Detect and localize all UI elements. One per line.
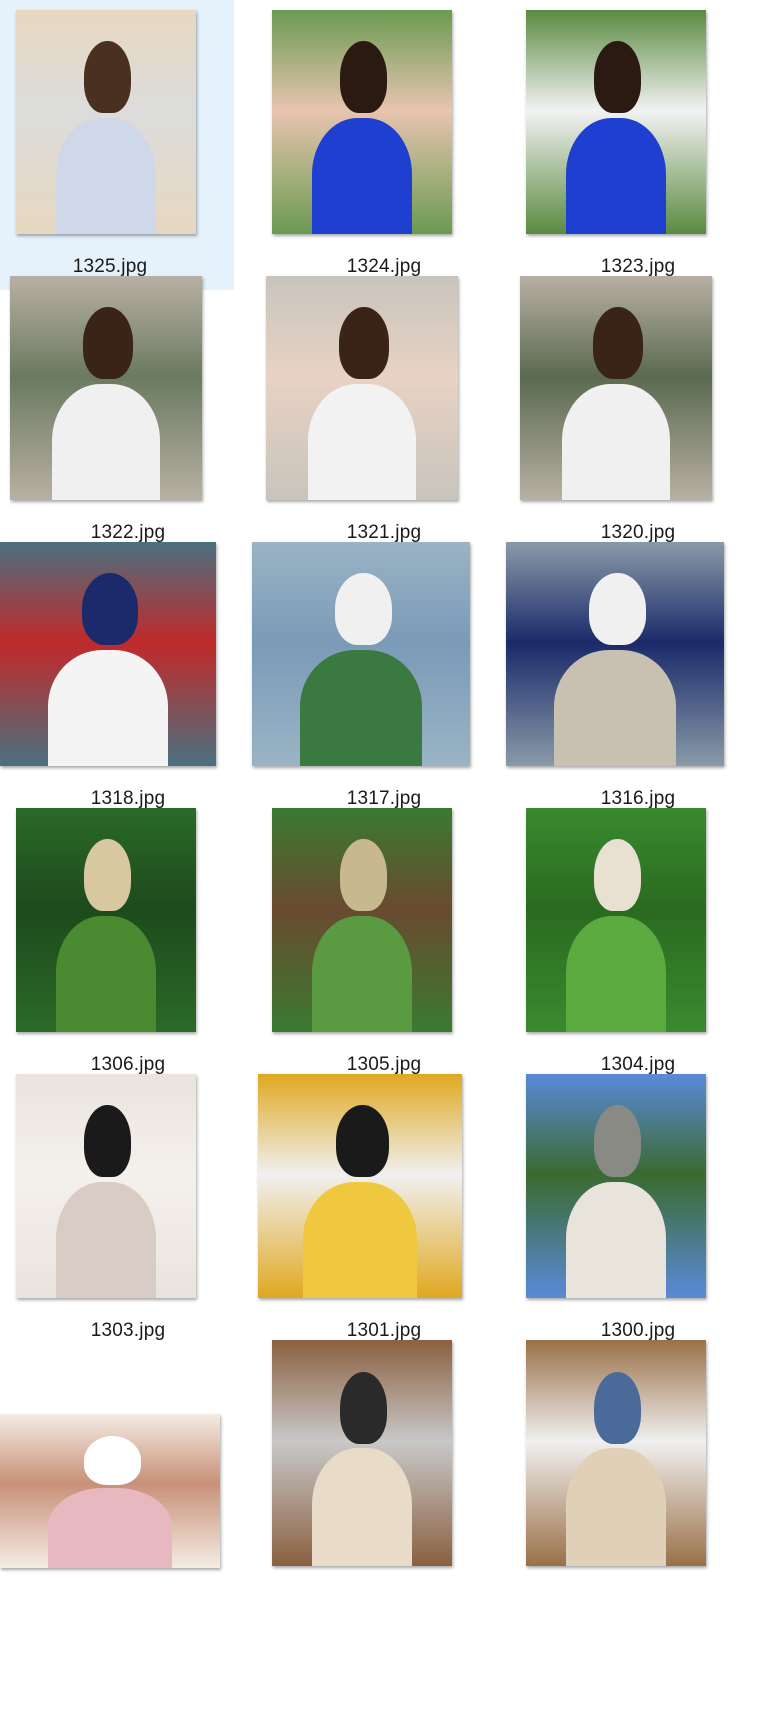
file-item[interactable]: 1325.jpg <box>0 0 234 290</box>
file-item[interactable]: 1301.jpg <box>256 1064 512 1354</box>
photo-subject-body <box>565 1181 667 1298</box>
photo-subject-body <box>553 649 677 766</box>
photo-thumbnail[interactable] <box>506 542 724 766</box>
photo-subject-head <box>334 573 392 646</box>
photo-subject-head <box>335 1105 389 1178</box>
photo-subject-head <box>84 1105 132 1178</box>
photo-subject-body <box>52 383 160 500</box>
photo-thumbnail[interactable] <box>10 276 202 500</box>
photo-subject-body <box>48 1487 172 1568</box>
photo-thumbnail[interactable] <box>0 542 216 766</box>
file-item[interactable] <box>256 1330 512 1620</box>
photo-subject-body <box>311 117 413 234</box>
photo-subject-body <box>55 1181 157 1298</box>
file-item[interactable]: 1306.jpg <box>0 798 256 1088</box>
photo-subject-head <box>594 1371 642 1444</box>
photo-thumbnail[interactable] <box>272 1340 452 1566</box>
photo-subject-body <box>55 117 157 234</box>
file-item[interactable]: 1317.jpg <box>252 532 512 822</box>
photo-subject-head <box>338 307 389 380</box>
file-item[interactable]: 1300.jpg <box>510 1064 765 1354</box>
file-item[interactable]: 1303.jpg <box>0 1064 256 1354</box>
file-item[interactable] <box>510 1330 765 1620</box>
photo-thumbnail[interactable] <box>526 10 706 234</box>
photo-subject-head <box>588 573 646 646</box>
photo-thumbnail[interactable] <box>520 276 712 500</box>
photo-subject-head <box>340 839 388 912</box>
file-item[interactable]: 1324.jpg <box>256 0 512 290</box>
photo-thumbnail[interactable] <box>526 1074 706 1298</box>
photo-thumbnail[interactable] <box>526 1340 706 1566</box>
photo-subject-head <box>594 1105 642 1178</box>
photo-subject-body <box>308 383 416 500</box>
photo-thumbnail[interactable] <box>272 10 452 234</box>
photo-subject-body <box>299 649 423 766</box>
photo-subject-head <box>83 1435 141 1485</box>
photo-thumbnail[interactable] <box>16 1074 196 1298</box>
photo-subject-body <box>55 915 157 1032</box>
photo-subject-head <box>84 839 132 912</box>
photo-thumbnail[interactable] <box>0 1414 220 1568</box>
photo-subject-head <box>594 41 642 114</box>
file-item[interactable]: 1320.jpg <box>510 266 765 556</box>
photo-subject-body <box>565 915 667 1032</box>
photo-thumbnail[interactable] <box>272 808 452 1032</box>
photo-subject-head <box>340 1371 388 1444</box>
photo-subject-body <box>565 117 667 234</box>
photo-subject-head <box>84 41 132 114</box>
photo-subject-head <box>340 41 388 114</box>
file-item[interactable] <box>0 1330 256 1620</box>
photo-thumbnail[interactable] <box>252 542 470 766</box>
photo-subject-body <box>311 1448 413 1566</box>
photo-subject-head <box>82 573 139 646</box>
file-item[interactable]: 1321.jpg <box>256 266 512 556</box>
file-thumbnail-grid: 1325.jpg 1324.jpg 1323.jpg 1322.jpg 1321.jpg… <box>0 0 765 1710</box>
photo-thumbnail[interactable] <box>526 808 706 1032</box>
file-item[interactable]: 1305.jpg <box>256 798 512 1088</box>
file-item[interactable]: 1304.jpg <box>510 798 765 1088</box>
photo-subject-body <box>302 1181 418 1298</box>
file-item[interactable]: 1322.jpg <box>0 266 256 556</box>
photo-subject-head <box>82 307 133 380</box>
photo-subject-body <box>562 383 670 500</box>
photo-thumbnail[interactable] <box>16 808 196 1032</box>
photo-subject-body <box>311 915 413 1032</box>
file-item[interactable]: 1318.jpg <box>0 532 256 822</box>
file-item[interactable]: 1323.jpg <box>510 0 765 290</box>
photo-subject-body <box>565 1448 667 1566</box>
photo-subject-head <box>594 839 642 912</box>
photo-subject-head <box>592 307 643 380</box>
photo-subject-body <box>47 649 169 766</box>
photo-thumbnail[interactable] <box>258 1074 462 1298</box>
file-item[interactable]: 1316.jpg <box>506 532 765 822</box>
photo-thumbnail[interactable] <box>266 276 458 500</box>
photo-thumbnail[interactable] <box>16 10 196 234</box>
